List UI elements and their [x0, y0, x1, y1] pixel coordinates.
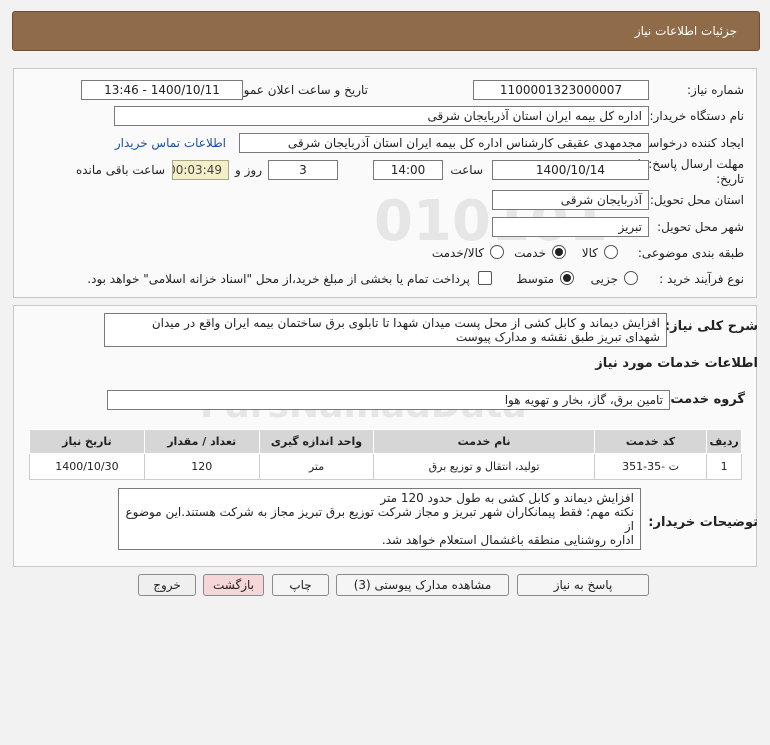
cell-need-date: 1400/10/30 [29, 453, 145, 480]
category-option-goods-service: کالا/خدمت [431, 246, 484, 260]
creator-label: ایجاد کننده درخواست: [633, 136, 744, 150]
attachments-button[interactable]: مشاهده مدارک پیوستی (3) [336, 574, 509, 596]
category-label: طبقه بندی موضوعی: [637, 246, 744, 260]
print-button[interactable]: چاپ [272, 574, 329, 596]
remaining-label: ساعت باقی مانده [75, 163, 165, 177]
need-number-field: 1100001323000007 [473, 80, 649, 100]
category-radio-goods[interactable] [604, 245, 618, 259]
col-need-date: تاریخ نیاز [29, 429, 145, 454]
buyer-notes-line1: افزایش دیماند و کابل کشی به طول حدود 120… [380, 491, 634, 505]
buyer-field: اداره کل بیمه ایران استان آذربایجان شرقی [114, 106, 649, 126]
summary-box: افزایش دیماند و کابل کشی از محل پست میدا… [104, 313, 667, 347]
summary-text-line2: شهدای تبریز طبق نقشه و مدارک پیوست [455, 330, 660, 344]
buyer-notes-box: افزایش دیماند و کابل کشی به طول حدود 120… [118, 488, 641, 550]
exit-button[interactable]: خروج [138, 574, 196, 596]
category-radio-goods-service[interactable] [490, 245, 504, 259]
col-service-code: کد خدمت [593, 429, 708, 454]
page-title: جزئیات اطلاعات نیاز [634, 24, 737, 38]
cell-service-name: تولید، انتقال و توزیع برق [373, 453, 595, 480]
creator-field: مجدمهدی عقیقی کارشناس اداره کل بیمه ایرا… [239, 133, 649, 153]
services-table: ردیف کد خدمت نام خدمت واحد اندازه گیری ت… [29, 429, 742, 480]
deadline-label: مهلت ارسال پاسخ: تا [637, 157, 744, 171]
category-option-service: خدمت [514, 246, 546, 260]
treasury-payment-checkbox[interactable] [478, 271, 492, 285]
deadline-time-label: ساعت [450, 163, 483, 177]
province-label: استان محل تحویل: [649, 193, 744, 207]
process-option-medium: متوسط [516, 272, 554, 286]
province-field: آذربایجان شرقی [492, 190, 649, 210]
buyer-notes-line2: نکته مهم: فقط پیمانکاران شهر تبریز و مجا… [125, 505, 634, 533]
category-option-goods: کالا [581, 246, 598, 260]
process-option-minor: جزیی [590, 272, 618, 286]
process-radio-minor[interactable] [624, 271, 638, 285]
process-radio-medium[interactable] [560, 271, 574, 285]
cell-row: 1 [706, 453, 742, 480]
need-number-label: شماره نیاز: [687, 83, 744, 97]
announce-label: تاریخ و ساعت اعلان عمومی: [223, 83, 368, 97]
back-button[interactable]: بازگشت [203, 574, 264, 596]
col-row: ردیف [706, 429, 742, 454]
deadline-time-field: 14:00 [373, 160, 443, 180]
treasury-payment-note: پرداخت تمام یا بخشی از مبلغ خرید،از محل … [87, 272, 470, 286]
buyer-notes-label: توضیحات خریدار: [648, 515, 758, 530]
remaining-time-field: 00:03:49 [172, 160, 229, 180]
summary-text-line1: افزایش دیماند و کابل کشی از محل پست میدا… [151, 316, 660, 330]
col-quantity: تعداد / مقدار [143, 429, 260, 454]
page-header: جزئیات اطلاعات نیاز [12, 11, 760, 51]
services-section-title: اطلاعات خدمات مورد نیاز [595, 356, 758, 371]
deadline-date-field: 1400/10/14 [492, 160, 649, 180]
deadline-label-2: تاریخ: [716, 172, 744, 186]
buyer-contact-link[interactable]: اطلاعات تماس خریدار [115, 136, 226, 150]
col-unit: واحد اندازه گیری [258, 429, 375, 454]
category-radio-service[interactable] [552, 245, 566, 259]
reply-button[interactable]: پاسخ به نیاز [517, 574, 649, 596]
summary-label: شرح کلی نیاز: [664, 319, 758, 334]
days-field: 3 [268, 160, 338, 180]
cell-service-code: ت -35-351 [593, 453, 708, 480]
city-field: تبریز [492, 217, 649, 237]
city-label: شهر محل تحویل: [657, 220, 744, 234]
service-group-field: تامین برق، گاز، بخار و تهویه هوا [107, 390, 670, 410]
need-info-panel: 010101 شماره نیاز: 1100001323000007 تاری… [13, 68, 757, 298]
cell-quantity: 120 [143, 453, 260, 480]
table-row: 1 ت -35-351 تولید، انتقال و توزیع برق مت… [29, 453, 742, 480]
days-label: روز و [235, 163, 262, 177]
col-service-name: نام خدمت [373, 429, 595, 454]
service-group-label: گروه خدمت: [665, 392, 745, 407]
buyer-notes-line3: اداره روشنایی منطقه باغشمال استعلام خواه… [381, 533, 634, 547]
buyer-label: نام دستگاه خریدار: [649, 109, 745, 123]
services-table-header: ردیف کد خدمت نام خدمت واحد اندازه گیری ت… [29, 429, 742, 454]
announce-field: 1400/10/11 - 13:46 [81, 80, 243, 100]
process-label: نوع فرآیند خرید : [659, 272, 744, 286]
cell-unit: متر [258, 453, 375, 480]
